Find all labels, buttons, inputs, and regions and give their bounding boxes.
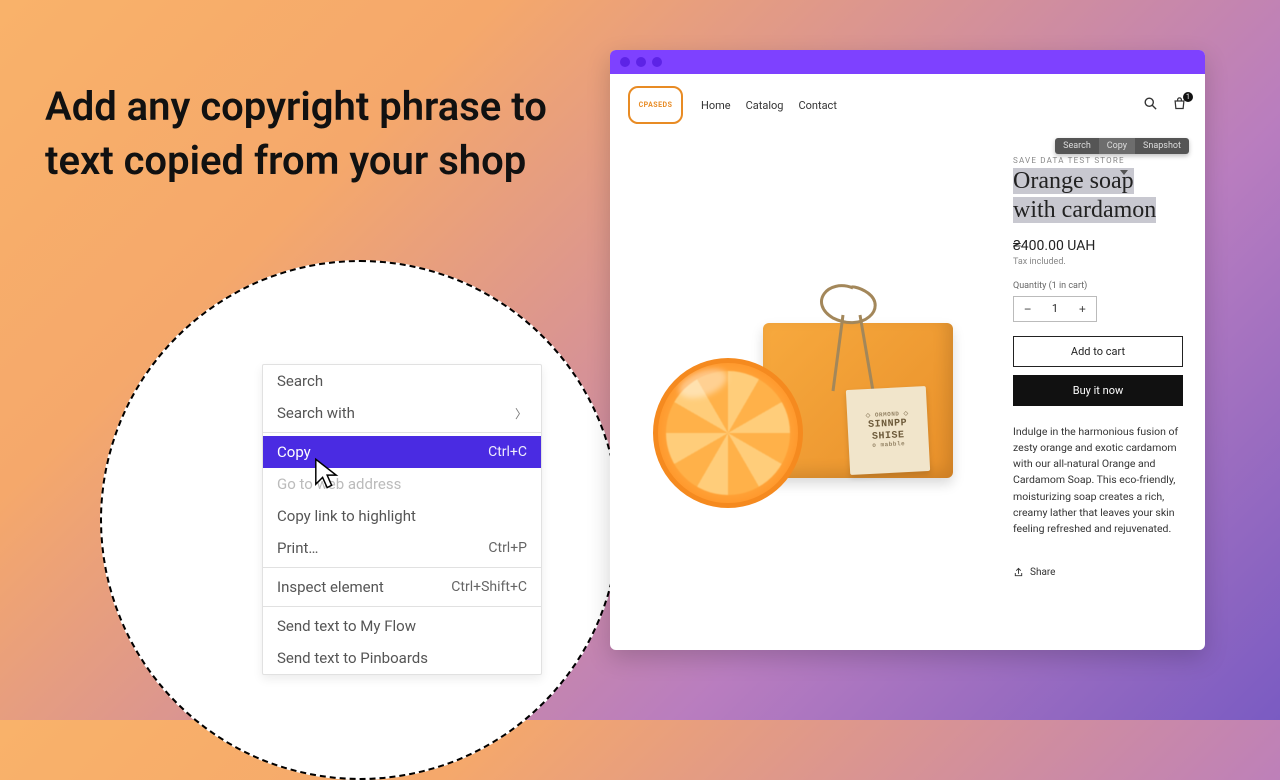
cm-label: Go to web address <box>277 475 401 493</box>
share-icon <box>1013 567 1024 578</box>
product-description: Indulge in the harmonious fusion of zest… <box>1013 424 1183 538</box>
product-price: ₴400.00 UAH <box>1013 237 1183 254</box>
cm-item-send-flow[interactable]: Send text to My Flow <box>263 610 541 642</box>
qty-value: 1 <box>1041 302 1068 315</box>
sel-toolbar-snapshot[interactable]: Snapshot <box>1135 138 1189 154</box>
nav-home[interactable]: Home <box>701 99 731 112</box>
cm-item-search-with[interactable]: Search with 〉 <box>263 397 541 429</box>
cm-item-copy-link[interactable]: Copy link to highlight <box>263 500 541 532</box>
cart-icon[interactable]: 1 <box>1172 96 1187 115</box>
share-button[interactable]: Share <box>1013 567 1183 578</box>
sel-toolbar-copy[interactable]: Copy <box>1099 138 1135 154</box>
cm-separator <box>263 567 541 568</box>
window-dot-icon <box>620 57 630 67</box>
cm-label: Print… <box>277 539 318 557</box>
cm-separator <box>263 432 541 433</box>
soap-tag: ◇ ORMOND ◇ SINNPP SHISE o mabble <box>845 386 929 475</box>
cm-label: Copy link to highlight <box>277 507 416 525</box>
zoom-circle: Search Search with 〉 Copy Ctrl+C Go to w… <box>100 260 620 780</box>
toolbar-pointer-icon <box>1120 170 1128 175</box>
cm-shortcut: Ctrl+Shift+C <box>451 579 527 595</box>
shop-body: ◇ ORMOND ◇ SINNPP SHISE o mabble Search … <box>610 136 1205 650</box>
shop-header: CPASEDS Home Catalog Contact 1 <box>610 74 1205 136</box>
nav-contact[interactable]: Contact <box>798 99 836 112</box>
shop-nav: Home Catalog Contact <box>701 99 837 112</box>
product-title-line2: with cardamon <box>1013 197 1156 223</box>
twine-illustration <box>778 283 928 393</box>
product-info-panel: Search Copy Snapshot SAVE DATA TEST STOR… <box>1013 156 1183 630</box>
product-title: Orange soap with cardamon <box>1013 167 1183 225</box>
cm-label: Search with <box>277 404 355 422</box>
shop-logo[interactable]: CPASEDS <box>628 86 683 124</box>
cm-shortcut: Ctrl+P <box>488 540 527 556</box>
orange-illustration <box>653 358 803 508</box>
qty-increase-button[interactable]: + <box>1069 297 1096 321</box>
cm-label: Search <box>277 372 323 390</box>
share-label: Share <box>1030 567 1055 578</box>
cm-item-copy[interactable]: Copy Ctrl+C <box>263 436 541 468</box>
window-dot-icon <box>652 57 662 67</box>
product-title-line1: Orange soap <box>1013 168 1134 194</box>
nav-catalog[interactable]: Catalog <box>746 99 784 112</box>
cm-label: Inspect element <box>277 578 384 596</box>
cm-item-print[interactable]: Print… Ctrl+P <box>263 532 541 564</box>
product-vendor: SAVE DATA TEST STORE <box>1013 156 1183 165</box>
selection-toolbar: Search Copy Snapshot <box>1055 138 1189 154</box>
cm-label: Copy <box>277 443 311 461</box>
cart-badge: 1 <box>1183 92 1193 102</box>
cm-item-go-to: Go to web address <box>263 468 541 500</box>
context-menu: Search Search with 〉 Copy Ctrl+C Go to w… <box>262 364 542 675</box>
cm-item-send-pinboards[interactable]: Send text to Pinboards <box>263 642 541 674</box>
product-image: ◇ ORMOND ◇ SINNPP SHISE o mabble <box>632 156 993 630</box>
search-icon[interactable] <box>1143 96 1158 115</box>
cm-item-search[interactable]: Search <box>263 365 541 397</box>
sel-toolbar-search[interactable]: Search <box>1055 138 1099 154</box>
quantity-label: Quantity (1 in cart) <box>1013 281 1183 291</box>
add-to-cart-button[interactable]: Add to cart <box>1013 336 1183 367</box>
browser-titlebar <box>610 50 1205 74</box>
cm-label: Send text to Pinboards <box>277 649 428 667</box>
cm-label: Send text to My Flow <box>277 617 416 635</box>
cm-separator <box>263 606 541 607</box>
logo-text: CPASEDS <box>639 102 673 109</box>
buy-now-button[interactable]: Buy it now <box>1013 375 1183 406</box>
window-dot-icon <box>636 57 646 67</box>
context-menu-zoom: Search Search with 〉 Copy Ctrl+C Go to w… <box>100 260 620 780</box>
promo-headline: Add any copyright phrase to text copied … <box>45 80 565 188</box>
quantity-stepper: − 1 + <box>1013 296 1097 322</box>
cm-item-inspect[interactable]: Inspect element Ctrl+Shift+C <box>263 571 541 603</box>
tax-note: Tax included. <box>1013 257 1183 267</box>
chevron-right-icon: 〉 <box>515 405 527 422</box>
browser-window: CPASEDS Home Catalog Contact 1 <box>610 50 1205 650</box>
qty-decrease-button[interactable]: − <box>1014 297 1041 321</box>
cm-shortcut: Ctrl+C <box>488 444 527 460</box>
